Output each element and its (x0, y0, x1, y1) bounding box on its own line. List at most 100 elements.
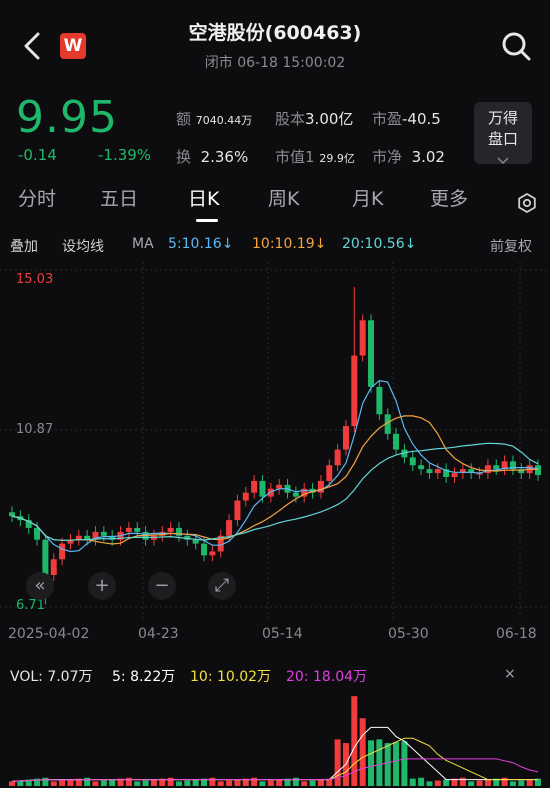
tab-intraday[interactable]: 分时 (18, 184, 56, 211)
date-tick: 05-14 (262, 626, 303, 642)
search-icon (502, 32, 531, 61)
turnover-label: 换 (176, 148, 192, 166)
tab-weekly-k[interactable]: 周K (268, 184, 299, 211)
ma-label: MA (132, 236, 154, 252)
volume-bar (459, 777, 466, 786)
candle-body (209, 551, 216, 556)
price-low-label: 6.71 (16, 598, 45, 613)
candle-body (9, 512, 15, 517)
candle-body (226, 520, 233, 536)
amount-label: 额 (176, 110, 192, 128)
adjust-button[interactable]: 前复权 (490, 236, 532, 256)
price-change-pct: -1.39% (98, 146, 152, 164)
vol-ma5-line (11, 726, 538, 782)
volume-bar (150, 779, 157, 786)
turnover-value: 2.36% (200, 148, 249, 166)
scroll-left-button[interactable]: « (26, 572, 54, 600)
volume-bar (384, 743, 391, 786)
close-volume-button[interactable]: × (504, 666, 516, 682)
last-price: 9.95 (16, 92, 118, 143)
candle-body (334, 449, 341, 466)
candle-body (359, 320, 366, 356)
candlestick-chart[interactable] (0, 262, 550, 622)
volume-bar (376, 739, 383, 786)
search-button[interactable] (500, 30, 532, 62)
volume-bar (42, 777, 49, 786)
volume-bar (518, 780, 525, 786)
volume-bar (418, 777, 425, 786)
overlay-button[interactable]: 叠加 (10, 236, 38, 256)
candle-body (134, 527, 141, 532)
volume-bar (251, 777, 258, 786)
volume-bar (142, 780, 149, 786)
volume-bar (67, 779, 74, 786)
candle-body (50, 559, 57, 575)
amount-value: 7040.44万 (195, 114, 253, 127)
tab-monthly-k[interactable]: 月K (352, 184, 383, 211)
volume-bar (426, 781, 433, 786)
fullscreen-button[interactable]: ⤢ (208, 572, 236, 600)
volume-bar (359, 718, 366, 786)
capital-field: 股本3.00亿 (275, 108, 353, 129)
pe-value: -40.5 (402, 110, 441, 128)
chart-settings-button[interactable] (516, 192, 538, 214)
candle-body (276, 484, 283, 489)
volume-bar (317, 779, 324, 786)
volume-bar (192, 779, 199, 786)
vol-ma20: 20: 18.04万 (286, 669, 368, 685)
set-ma-button[interactable]: 设均线 (62, 236, 104, 256)
mktcap-label: 市值1 (275, 148, 315, 166)
candle-body (342, 426, 349, 450)
volume-bar (526, 779, 533, 786)
volume-bar (292, 777, 299, 786)
zoom-out-button[interactable]: − (148, 572, 176, 600)
pankou-line1: 万得 (487, 109, 518, 127)
candle-body (426, 469, 433, 474)
candle-body (167, 527, 174, 532)
candle-body (368, 320, 375, 387)
volume-bar (134, 781, 141, 786)
candle-body (242, 492, 249, 501)
market-status: 闭市 06-18 15:00:02 (204, 55, 346, 71)
chart-grid (0, 262, 550, 622)
volume-chart[interactable] (0, 690, 550, 788)
tab-more[interactable]: 更多 (430, 184, 468, 211)
pe-field: 市盈-40.5 (372, 108, 441, 129)
date-tick: 2025-04-02 (8, 626, 90, 642)
price-mid-label: 10.87 (16, 422, 54, 437)
volume-bar (334, 739, 341, 786)
chevron-down-icon (497, 157, 509, 165)
volume-bar (209, 777, 216, 786)
candle-body (259, 480, 266, 497)
tab-five-day[interactable]: 五日 (100, 184, 138, 211)
candle-body (409, 457, 416, 466)
volume-bar (125, 777, 132, 786)
volume-bar (226, 780, 233, 786)
candle-body (267, 488, 274, 497)
pankou-button[interactable]: 万得 盘口 (474, 102, 532, 165)
turnover-field: 换 2.36% (176, 146, 248, 167)
candle-body (535, 465, 541, 476)
ma5-line (11, 379, 539, 553)
volume-bar (267, 780, 274, 786)
ma-indicator-row: 叠加 设均线 MA 5:10.16↓ 10:10.19↓ 20:10.56↓ 前… (0, 236, 550, 260)
date-tick: 05-30 (388, 626, 429, 642)
pb-value: 3.02 (411, 148, 445, 166)
zoom-in-button[interactable]: + (88, 572, 116, 600)
volume-bar (100, 780, 107, 786)
date-tick: 06-18 (496, 626, 537, 642)
volume-bars-group (9, 696, 541, 786)
candle-body (326, 465, 333, 481)
candle-body (292, 492, 299, 497)
mktcap-field: 市值1 29.9亿 (275, 146, 355, 167)
volume-bar (401, 741, 408, 786)
volume-bar (50, 781, 57, 786)
mktcap-value: 29.9亿 (319, 152, 355, 165)
volume-bar (434, 780, 441, 786)
volume-bar (84, 777, 91, 786)
candle-body (434, 469, 441, 474)
volume-bar (484, 779, 491, 786)
capital-label: 股本 (275, 110, 306, 128)
vol-value: VOL: 7.07万 (10, 669, 93, 685)
tab-daily-k[interactable]: 日K (188, 184, 219, 211)
